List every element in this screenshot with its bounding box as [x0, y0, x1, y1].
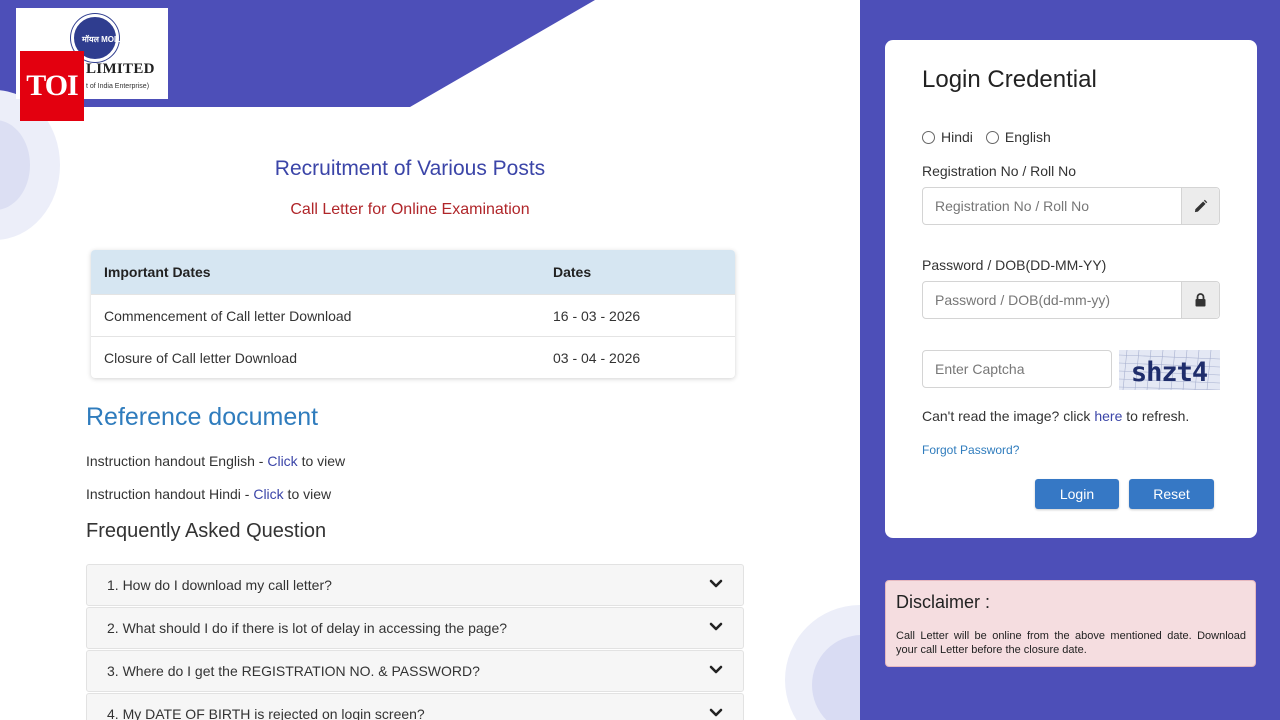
faq-question: 2. What should I do if there is lot of d…: [107, 620, 508, 636]
table-header-cell: Dates: [553, 264, 592, 280]
emblem-text: मॉयल MOIL: [82, 35, 122, 44]
table-row: Closure of Call letter Download 03 - 04 …: [91, 336, 735, 378]
captcha-refresh-text: Can't read the image? click here to refr…: [922, 408, 1189, 424]
refresh-captcha-link[interactable]: here: [1094, 408, 1122, 424]
table-header-row: Important Dates Dates: [91, 250, 735, 294]
forgot-password-link[interactable]: Forgot Password?: [922, 443, 1019, 457]
chevron-down-icon: [709, 579, 723, 588]
pencil-icon: [1181, 188, 1219, 224]
logo-subtext: t of India Enterprise): [86, 83, 150, 90]
table-header-cell: Important Dates: [104, 264, 211, 280]
password-field: [922, 281, 1220, 319]
faq-item[interactable]: 1. How do I download my call letter?: [86, 564, 744, 606]
table-cell: 16 - 03 - 2026: [553, 307, 641, 324]
login-button[interactable]: Login: [1035, 479, 1119, 509]
reference-item-english: Instruction handout English - Click to v…: [86, 453, 345, 469]
table-cell: 03 - 04 - 2026: [553, 349, 641, 366]
hindi-label: Hindi: [941, 129, 973, 145]
faq-item[interactable]: 3. Where do I get the REGISTRATION NO. &…: [86, 650, 744, 692]
logo-name: LIMITED: [86, 61, 155, 77]
disclaimer-title: Disclaimer :: [896, 592, 991, 612]
language-selector: Hindi English: [922, 129, 1051, 145]
disclaimer-box: Disclaimer : Call Letter will be online …: [885, 580, 1256, 667]
disclaimer-text: Call Letter will be online from the abov…: [896, 630, 1246, 656]
english-radio[interactable]: [985, 130, 999, 144]
lock-icon: [1181, 282, 1219, 318]
faq-question: 4. My DATE OF BIRTH is rejected on login…: [107, 706, 425, 720]
table-cell: Closure of Call letter Download: [104, 349, 297, 366]
table-cell: Commencement of Call letter Download: [104, 307, 352, 324]
hindi-radio[interactable]: [922, 130, 935, 144]
login-title: Login Credential: [922, 66, 1097, 93]
reference-suffix: to view: [297, 453, 346, 469]
faq-heading: Frequently Asked Question: [86, 520, 327, 542]
page-title: Recruitment of Various Posts: [274, 157, 546, 180]
hindi-handout-link[interactable]: Click: [253, 486, 283, 502]
refresh-suffix: to refresh.: [1122, 408, 1190, 424]
captcha-input[interactable]: [922, 350, 1112, 388]
chevron-down-icon: [709, 665, 723, 674]
main-content: मॉयल MOIL LIMITED t of India Enterprise)…: [0, 0, 860, 720]
password-label: Password / DOB(DD-MM-YY): [922, 257, 1107, 273]
password-input[interactable]: [923, 282, 1181, 318]
chevron-down-icon: [709, 708, 723, 717]
reference-label: Instruction handout Hindi -: [86, 486, 254, 502]
captcha-image: shzt4: [1119, 350, 1220, 390]
faq-question: 3. Where do I get the REGISTRATION NO. &…: [107, 663, 480, 679]
reference-suffix: to view: [283, 486, 332, 502]
refresh-prefix: Can't read the image? click: [922, 408, 1095, 424]
important-dates-table: Important Dates Dates Commencement of Ca…: [91, 250, 735, 378]
reset-button[interactable]: Reset: [1129, 479, 1214, 509]
english-label: English: [1004, 129, 1051, 145]
faq-question: 1. How do I download my call letter?: [107, 577, 332, 593]
reference-label: Instruction handout English -: [86, 453, 268, 469]
table-row: Commencement of Call letter Download 16 …: [91, 294, 735, 336]
reference-heading: Reference document: [86, 403, 319, 431]
faq-item[interactable]: 4. My DATE OF BIRTH is rejected on login…: [86, 693, 744, 720]
toi-badge: TOI: [20, 51, 84, 121]
page-subtitle: Call Letter for Online Examination: [290, 201, 530, 218]
registration-label: Registration No / Roll No: [922, 163, 1077, 179]
registration-input[interactable]: [923, 188, 1181, 224]
chevron-down-icon: [709, 622, 723, 631]
captcha-text: shzt4: [1131, 357, 1208, 388]
reference-item-hindi: Instruction handout Hindi - Click to vie…: [86, 486, 331, 502]
english-handout-link[interactable]: Click: [267, 453, 297, 469]
login-card: Login Credential Hindi English Registrat…: [885, 40, 1257, 538]
faq-item[interactable]: 2. What should I do if there is lot of d…: [86, 607, 744, 649]
registration-field: [922, 187, 1220, 225]
